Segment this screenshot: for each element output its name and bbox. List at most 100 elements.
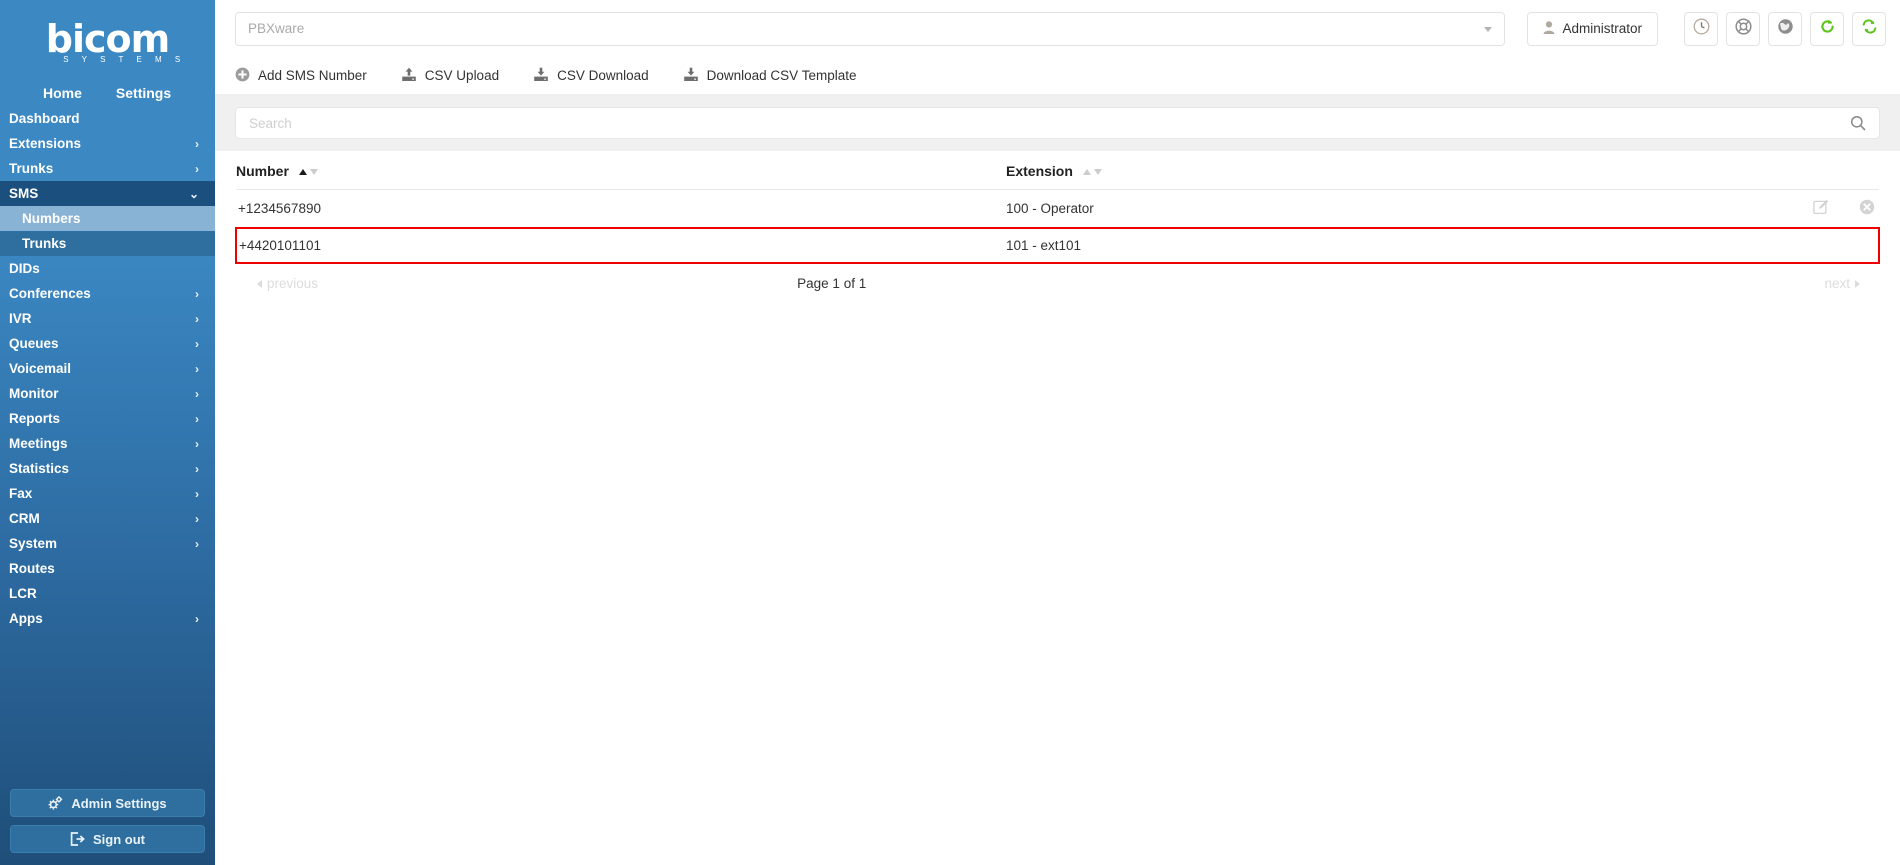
sign-out-button[interactable]: Sign out xyxy=(10,825,205,853)
brand-logo[interactable]: bicom S Y S T E M S xyxy=(0,0,215,78)
cell-number: +4420101101 xyxy=(235,227,1006,264)
sidebar-item-sms[interactable]: SMS ⌄ xyxy=(0,181,215,206)
next-label: next xyxy=(1824,276,1850,291)
add-sms-number-button[interactable]: Add SMS Number xyxy=(235,67,367,85)
previous-page-button[interactable]: previous xyxy=(257,276,318,291)
sidebar-item-label: CRM xyxy=(9,511,40,526)
delete-icon[interactable] xyxy=(1859,199,1875,218)
sidebar-item-sms-trunks[interactable]: Trunks xyxy=(0,231,215,256)
chevron-right-icon: › xyxy=(195,286,199,301)
sort-ascending-icon[interactable] xyxy=(298,169,307,176)
edit-icon[interactable] xyxy=(1813,199,1829,218)
sort-controls xyxy=(1082,169,1102,176)
table-header-row: Number Extension xyxy=(236,151,1879,190)
reload-icon-button[interactable] xyxy=(1810,11,1844,46)
sidebar-item-routes[interactable]: Routes xyxy=(0,556,215,581)
sidebar-item-label: Dashboard xyxy=(9,111,80,126)
next-page-button[interactable]: next xyxy=(1824,276,1860,291)
chevron-right-icon xyxy=(1855,279,1860,288)
sign-out-icon xyxy=(70,832,85,846)
sidebar-item-crm[interactable]: CRM › xyxy=(0,506,215,531)
sidebar-item-label: Conferences xyxy=(9,286,91,301)
application-root: bicom S Y S T E M S Home Settings Dashbo… xyxy=(0,0,1900,865)
cell-number: +1234567890 xyxy=(236,189,1006,229)
sidebar-item-queues[interactable]: Queues › xyxy=(0,331,215,356)
sidebar-item-reports[interactable]: Reports › xyxy=(0,406,215,431)
sidebar: bicom S Y S T E M S Home Settings Dashbo… xyxy=(0,0,215,865)
tool-button-label: Download CSV Template xyxy=(706,68,857,83)
sidebar-subitem-label: Trunks xyxy=(22,236,67,251)
sidebar-item-fax[interactable]: Fax › xyxy=(0,481,215,506)
sidebar-item-dashboard[interactable]: Dashboard xyxy=(0,106,215,131)
main-content: PBXware Administrator Add SMS Number CSV… xyxy=(215,0,1900,865)
chevron-down-icon xyxy=(1484,26,1493,32)
sign-out-label: Sign out xyxy=(93,831,145,847)
tab-settings[interactable]: Settings xyxy=(99,81,188,106)
sidebar-item-voicemail[interactable]: Voicemail › xyxy=(0,356,215,381)
cell-actions xyxy=(1739,227,1880,264)
lifebuoy-icon xyxy=(1734,17,1752,40)
server-select[interactable]: PBXware xyxy=(235,11,1506,46)
chevron-right-icon: › xyxy=(195,136,199,151)
sidebar-item-dids[interactable]: DIDs xyxy=(0,256,215,281)
sort-ascending-icon[interactable] xyxy=(1082,169,1091,176)
sidebar-item-label: System xyxy=(9,536,58,551)
table-row[interactable]: +1234567890 100 - Operator xyxy=(236,189,1879,229)
sidebar-item-statistics[interactable]: Statistics › xyxy=(0,456,215,481)
sidebar-item-label: SMS xyxy=(9,186,39,201)
sidebar-bottom-actions: Admin Settings Sign out xyxy=(0,781,215,865)
tool-button-label: CSV Upload xyxy=(424,68,500,83)
pagination: previous Page 1 of 1 next xyxy=(235,264,1880,291)
chevron-right-icon: › xyxy=(195,336,199,351)
csv-download-button[interactable]: CSV Download xyxy=(533,67,649,85)
sort-descending-icon[interactable] xyxy=(309,169,318,176)
brand-name: bicom xyxy=(45,17,170,61)
csv-upload-button[interactable]: CSV Upload xyxy=(401,67,499,85)
sidebar-item-apps[interactable]: Apps › xyxy=(0,606,215,631)
sidebar-item-meetings[interactable]: Meetings › xyxy=(0,431,215,456)
administrator-button[interactable]: Administrator xyxy=(1527,11,1658,46)
column-header-number: Number xyxy=(236,151,1006,190)
search-input[interactable] xyxy=(249,115,1839,131)
sidebar-item-label: DIDs xyxy=(9,261,40,276)
numbers-table-area: Number Extension +1234567890 100 - Opera… xyxy=(215,151,1900,291)
plus-circle-icon xyxy=(235,67,250,85)
chevron-left-icon xyxy=(257,279,262,288)
sidebar-item-sms-numbers[interactable]: Numbers xyxy=(0,206,215,231)
sidebar-item-trunks[interactable]: Trunks › xyxy=(0,156,215,181)
globe-icon xyxy=(1777,18,1794,40)
column-header-actions xyxy=(1739,151,1879,190)
clock-icon xyxy=(1693,18,1710,40)
sidebar-item-label: Statistics xyxy=(9,461,70,476)
chevron-right-icon: › xyxy=(195,411,199,426)
sidebar-item-system[interactable]: System › xyxy=(0,531,215,556)
cell-extension: 101 - ext101 xyxy=(1006,227,1739,264)
sidebar-nav: Dashboard Extensions › Trunks › SMS ⌄ Nu… xyxy=(0,106,215,781)
chevron-right-icon: › xyxy=(195,611,199,626)
administrator-label: Administrator xyxy=(1562,21,1642,36)
sidebar-item-label: Monitor xyxy=(9,386,59,401)
lifebuoy-icon-button[interactable] xyxy=(1726,11,1760,46)
sidebar-item-monitor[interactable]: Monitor › xyxy=(0,381,215,406)
tab-home[interactable]: Home xyxy=(26,81,99,106)
sidebar-subitem-label: Numbers xyxy=(22,211,81,226)
chevron-right-icon: › xyxy=(195,161,199,176)
download-icon xyxy=(533,67,549,85)
row-action-icons xyxy=(1813,199,1879,218)
chevron-right-icon: › xyxy=(195,511,199,526)
sidebar-item-ivr[interactable]: IVR › xyxy=(0,306,215,331)
admin-settings-button[interactable]: Admin Settings xyxy=(10,789,205,817)
download-csv-template-button[interactable]: Download CSV Template xyxy=(683,67,857,85)
sidebar-item-extensions[interactable]: Extensions › xyxy=(0,131,215,156)
clock-icon-button[interactable] xyxy=(1684,11,1718,46)
chevron-right-icon: › xyxy=(195,486,199,501)
sort-descending-icon[interactable] xyxy=(1093,169,1102,176)
search-icon[interactable] xyxy=(1850,115,1866,136)
table-row[interactable]: +4420101101 101 - ext101 xyxy=(235,227,1880,264)
sidebar-item-conferences[interactable]: Conferences › xyxy=(0,281,215,306)
globe-icon-button[interactable] xyxy=(1768,11,1802,46)
sync-icon-button[interactable] xyxy=(1852,11,1886,46)
sidebar-item-label: Reports xyxy=(9,411,61,426)
sidebar-item-lcr[interactable]: LCR xyxy=(0,581,215,606)
search-container xyxy=(235,107,1880,139)
